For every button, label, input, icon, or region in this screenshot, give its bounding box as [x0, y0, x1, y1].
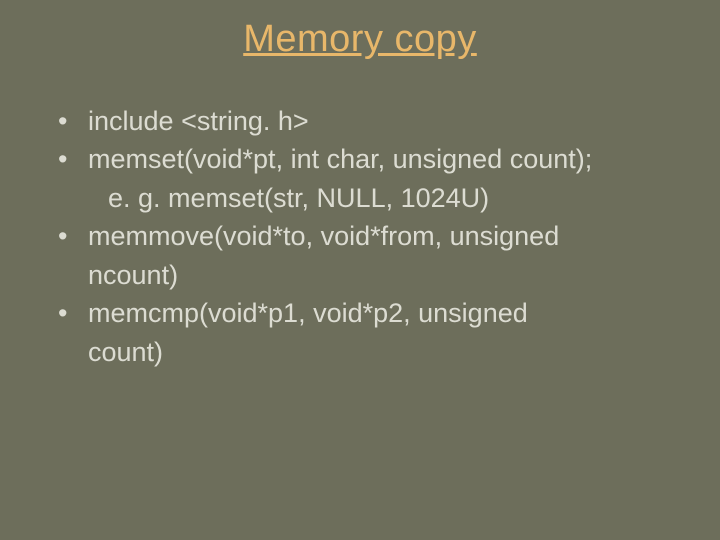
list-item-sub: e. g. memset(str, NULL, 1024U) [50, 180, 670, 216]
slide-container: Memory copy include <string. h> memset(v… [0, 0, 720, 540]
list-item-continuation: ncount) [50, 257, 670, 293]
list-item-continuation: count) [50, 334, 670, 370]
bullet-list: include <string. h> memset(void*pt, int … [50, 103, 670, 370]
list-item: memmove(void*to, void*from, unsigned [50, 218, 670, 254]
list-item: include <string. h> [50, 103, 670, 139]
list-item: memset(void*pt, int char, unsigned count… [50, 141, 670, 177]
list-item: memcmp(void*p1, void*p2, unsigned [50, 295, 670, 331]
slide-title: Memory copy [50, 18, 670, 61]
